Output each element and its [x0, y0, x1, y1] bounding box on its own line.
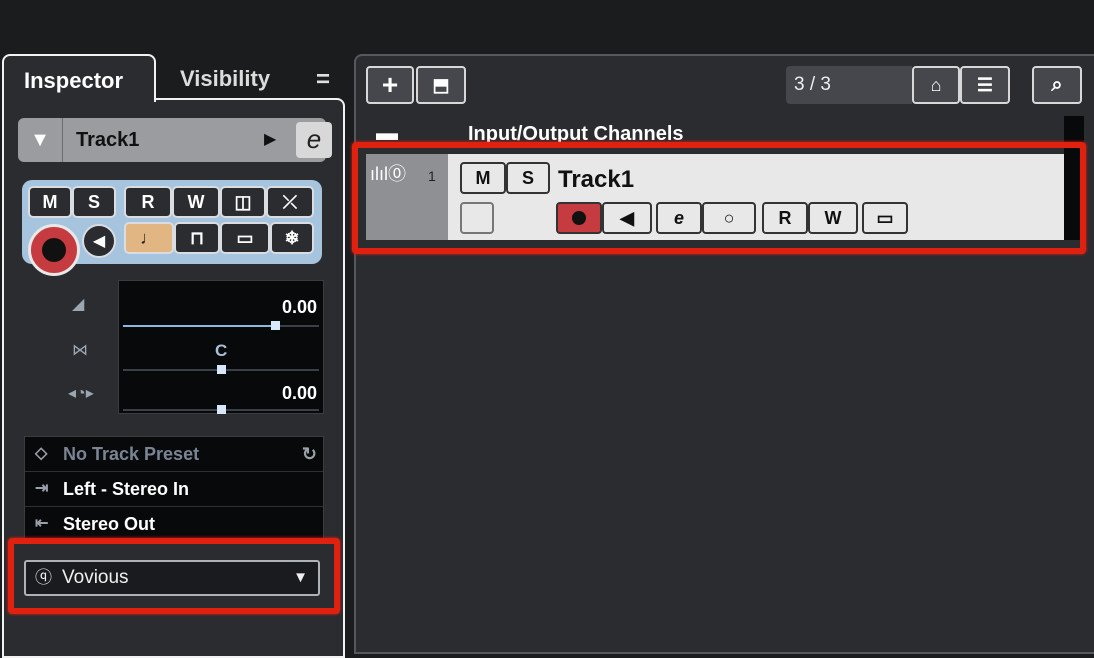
preset-icon: ◇: [35, 445, 48, 462]
collapse-triangle-icon[interactable]: ▼: [18, 118, 63, 162]
pan-icon: ⋈: [72, 342, 88, 359]
fader-box: 0.00 C 0.00: [118, 280, 324, 414]
input-routing-label: Left - Stereo In: [63, 479, 190, 499]
inspector-track-name: Track1: [76, 129, 140, 151]
input-routing-row[interactable]: ⇥ Left - Stereo In: [25, 472, 323, 507]
musical-timebase-icon[interactable]: ♩: [124, 222, 174, 254]
delay-value[interactable]: 0.00: [282, 383, 317, 404]
write-button[interactable]: W: [172, 186, 220, 218]
solo-button[interactable]: S: [72, 186, 116, 218]
highlight-outline-dropdown: [8, 538, 340, 614]
edit-channel-button[interactable]: e: [296, 122, 332, 158]
output-routing-row[interactable]: ⇤ Stereo Out: [25, 507, 323, 542]
routing-box: ◇ No Track Preset ↻ ⇥ Left - Stereo In ⇤…: [24, 436, 324, 544]
tab-inspector[interactable]: Inspector: [2, 54, 156, 102]
monitor-layout-icon[interactable]: ◫: [220, 186, 266, 218]
volume-icon: ◢: [72, 296, 85, 313]
hamburger-icon[interactable]: =: [316, 66, 330, 94]
mute-button[interactable]: M: [28, 186, 72, 218]
track-type-icon[interactable]: ⬒: [416, 66, 466, 104]
top-bar: [0, 0, 1094, 46]
freeze-icon[interactable]: ❄: [270, 222, 314, 254]
visibility-agent-icon[interactable]: ⌂: [912, 66, 960, 104]
track-preset-label: No Track Preset: [63, 444, 200, 464]
volume-fader-handle[interactable]: [271, 321, 280, 330]
track-preset-row[interactable]: ◇ No Track Preset ↻: [25, 437, 323, 472]
record-enable-button[interactable]: [28, 224, 80, 276]
list-icon[interactable]: ☰: [960, 66, 1010, 104]
volume-fader-track: [275, 325, 319, 327]
pan-slider-handle[interactable]: [217, 365, 226, 374]
expand-arrow-icon[interactable]: ▶: [264, 129, 276, 149]
pan-value[interactable]: C: [215, 341, 227, 361]
track-counter: 3 / 3: [786, 66, 912, 104]
input-icon: ⇥: [35, 480, 49, 497]
highlight-outline-track: [352, 142, 1086, 254]
record-dot-icon: [42, 238, 66, 262]
volume-value[interactable]: 0.00: [282, 297, 317, 318]
inspector-track-header[interactable]: ▼ Track1 ▶ e: [18, 118, 332, 162]
output-icon: ⇤: [35, 515, 49, 532]
lock-icon[interactable]: ⊓: [174, 222, 220, 254]
monitor-speaker-icon[interactable]: ◀: [82, 224, 116, 258]
reload-icon[interactable]: ↻: [302, 437, 317, 471]
search-icon[interactable]: ⌕: [1032, 66, 1082, 104]
volume-fader-fill: [123, 325, 275, 327]
tab-visibility[interactable]: Visibility: [180, 66, 270, 92]
add-track-button[interactable]: +: [366, 66, 414, 104]
delay-slider-handle[interactable]: [217, 405, 226, 414]
delay-icon: ◂◔▸: [68, 385, 94, 402]
output-routing-label: Stereo Out: [63, 514, 156, 534]
bypass-icon[interactable]: ⤫: [266, 186, 314, 218]
lanes-icon[interactable]: ▭: [220, 222, 270, 254]
read-button[interactable]: R: [124, 186, 172, 218]
